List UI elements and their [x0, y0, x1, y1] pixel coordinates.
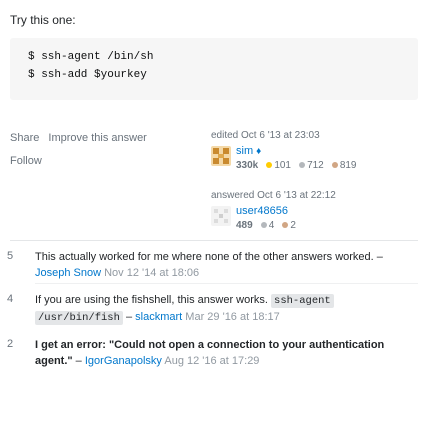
code-line: $ ssh-add $yourkey: [28, 69, 147, 81]
bronze-badge-count: 2: [290, 220, 296, 231]
share-link[interactable]: Share: [10, 132, 39, 144]
editor-stats: 330k 101 712 819: [236, 159, 357, 171]
comment-date[interactable]: Mar 29 '16 at 18:17: [185, 311, 279, 323]
code-line: $ ssh-agent /bin/sh: [28, 51, 154, 63]
comment-date[interactable]: Aug 12 '16 at 17:29: [164, 355, 259, 367]
comment-score: 5: [6, 250, 14, 262]
gold-badge-count: 101: [274, 160, 291, 171]
post-menu: Share Improve this answer: [10, 132, 153, 144]
comment: This actually worked for me where none o…: [35, 251, 383, 279]
comment-score: 4: [6, 293, 14, 305]
comment-author[interactable]: IgorGanapolsky: [85, 355, 162, 367]
moderator-diamond-icon: ♦: [256, 146, 262, 157]
comment-author[interactable]: slackmart: [135, 311, 182, 323]
answered-timestamp[interactable]: answered Oct 6 '13 at 22:12: [211, 190, 336, 201]
comment: If you are using the fishshell, this ans…: [35, 292, 418, 326]
bronze-badge-count: 819: [339, 160, 357, 171]
improve-answer-link[interactable]: Improve this answer: [48, 132, 146, 144]
editor-name[interactable]: sim: [236, 145, 253, 157]
comment-author[interactable]: Joseph Snow: [35, 267, 101, 279]
silver-badge-count: 4: [268, 220, 275, 231]
author-avatar[interactable]: [211, 206, 231, 226]
comments-divider: [10, 240, 418, 241]
author-name[interactable]: user48656: [236, 205, 288, 217]
bronze-badge-icon: [331, 162, 338, 169]
inline-code: ssh-agent: [271, 294, 334, 308]
inline-code: /usr/bin/fish: [35, 311, 123, 325]
bronze-badge-icon: [282, 222, 289, 229]
comment-text: This actually worked for me where none o…: [35, 251, 374, 263]
comment-date[interactable]: Nov 12 '14 at 18:06: [104, 267, 199, 279]
silver-badge-icon: [260, 222, 267, 229]
comment: I get an error: "Could not open a connec…: [35, 339, 385, 367]
silver-badge-icon: [299, 162, 306, 169]
editor-avatar[interactable]: [211, 146, 231, 166]
comment-text: If you are using the fishshell, this ans…: [35, 294, 268, 306]
editor-reputation: 330k: [236, 160, 259, 171]
author-stats: 489 4 2: [236, 219, 296, 231]
gold-badge-icon: [266, 162, 273, 169]
author-reputation: 489: [236, 220, 253, 231]
edited-timestamp[interactable]: edited Oct 6 '13 at 23:03: [211, 130, 320, 141]
answer-intro-text: Try this one:: [10, 13, 76, 27]
code-block: $ ssh-agent /bin/sh $ ssh-add $yourkey: [10, 38, 418, 100]
follow-link[interactable]: Follow: [10, 155, 42, 167]
silver-badge-count: 712: [307, 160, 324, 171]
comment-divider: [35, 283, 418, 284]
comment-score: 2: [6, 338, 14, 350]
